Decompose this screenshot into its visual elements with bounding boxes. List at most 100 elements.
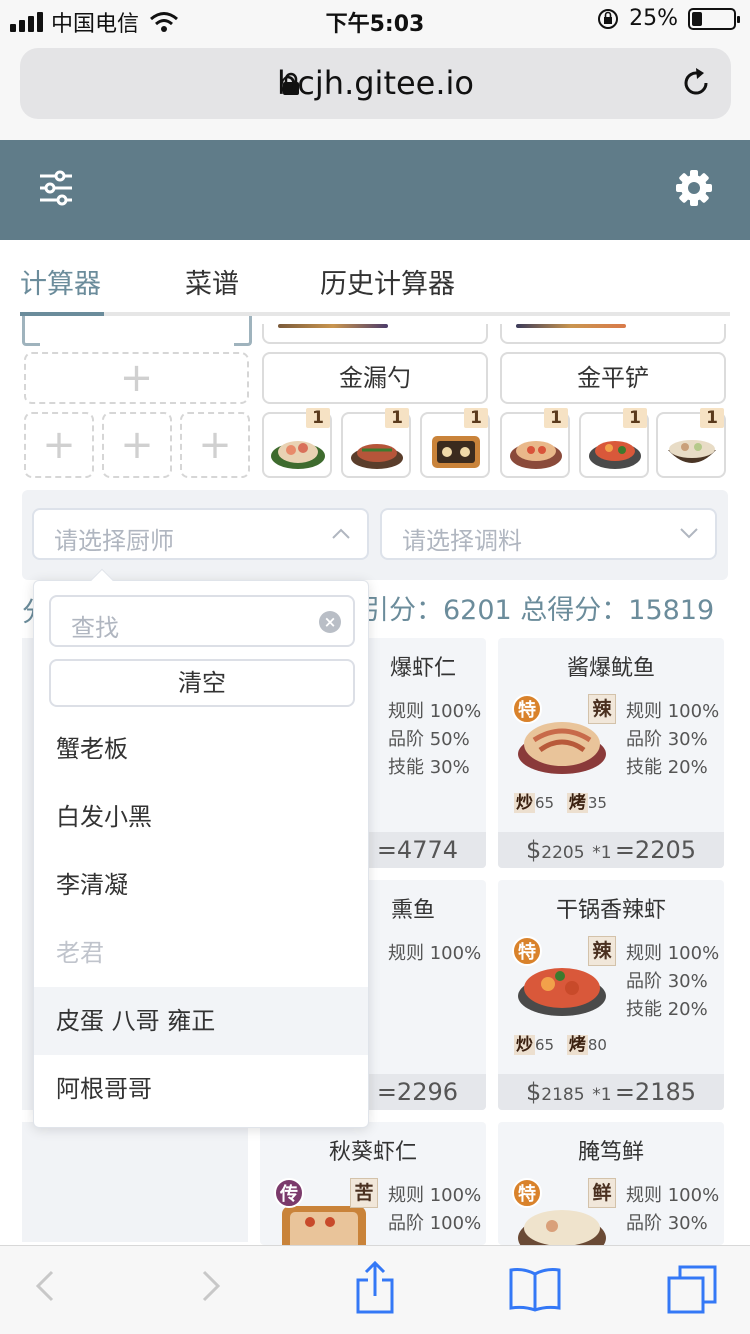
recipe-rules: 规则 100% [388,940,481,968]
seasoning-select-placeholder: 请选择调料 [402,527,522,555]
forward-icon[interactable] [196,1264,226,1308]
price-multiplier: *1 [592,843,612,863]
recipe-card[interactable]: 酱爆鱿鱼 特 辣 规则 100% 品阶 30% 技能 20% 炒 65 烤 35 $… [498,638,724,868]
dropdown-option[interactable]: 白发小黑 [34,783,368,851]
plus-icon: + [198,422,232,468]
add-equip-slot[interactable]: + [24,412,94,478]
recipe-flavor-tag: 辣 [588,694,616,724]
utensil-slot-left[interactable]: 金漏勺 [262,352,488,404]
rule-line: 品阶 50% [388,729,470,750]
price-value: 2185 [541,1085,585,1105]
material-count: 1 [464,408,488,428]
recipe-rarity-badge: 特 [512,1178,542,1208]
address-bar[interactable]: bcjh.gitee.io [20,48,731,119]
price-value: 2205 [541,843,585,863]
url-text: bcjh.gitee.io [276,64,474,102]
recipe-card[interactable]: 干锅香辣虾 特 辣 规则 100% 品阶 30% 技能 20% 炒 65 烤 80 … [498,880,724,1110]
material-item[interactable]: 1 [579,408,649,478]
rule-line: 技能 20% [626,999,708,1020]
skill-name: 烤 [566,1035,588,1055]
rule-line: 技能 20% [626,757,708,778]
rule-line: 规则 100% [388,943,482,964]
recipe-flavor-tag: 鲜 [588,1178,616,1208]
rule-line: 品阶 30% [626,1213,708,1234]
battery-level [692,11,702,26]
tab-bar: 计算器 菜谱 历史计算器 [20,240,730,316]
seasoning-select[interactable]: 请选择调料 [380,508,717,560]
chef-card-column [22,1122,248,1242]
recipe-total: =2205 [614,836,696,864]
dropdown-option[interactable]: 皮蛋 八哥 雍正 [34,987,368,1055]
chef-dropdown: 查找 × 清空 蟹老板 白发小黑 李清凝 老君 皮蛋 八哥 雍正 阿根哥哥 [33,568,369,1128]
browser-toolbar [0,1245,750,1334]
dropdown-option[interactable]: 李清凝 [34,851,368,919]
material-count: 1 [385,408,409,428]
recipe-rarity-badge: 传 [274,1178,304,1208]
material-item[interactable]: 1 [262,408,332,478]
rule-line: 品阶 100% [388,1213,482,1234]
material-item[interactable]: 1 [656,408,726,478]
recipe-price: $2185 *1 [526,1078,612,1106]
dish-icon [589,441,641,469]
skill-name: 烤 [566,793,588,813]
add-equip-slot[interactable]: + [180,412,250,478]
dish-icon [351,444,403,469]
dropdown-search-input[interactable]: 查找 × [49,595,355,647]
total-score: 引分：6201 总得分：15819 [362,595,715,626]
plus-icon: + [120,422,154,468]
recipe-total: =2296 [376,1078,458,1106]
rule-line: 规则 100% [626,1185,720,1206]
add-equip-slot[interactable]: + [102,412,172,478]
battery-icon [688,7,740,30]
back-icon[interactable] [30,1264,60,1308]
recipe-total: =4774 [376,836,458,864]
recipe-title: 干锅香辣虾 [555,898,666,923]
orientation-lock-icon [598,8,619,29]
dropdown-option[interactable]: 阿根哥哥 [34,1055,368,1123]
material-item[interactable]: 1 [500,408,570,478]
recipe-skills: 炒 65 烤 80 [514,1030,607,1055]
tabs-icon[interactable] [666,1264,718,1314]
search-placeholder: 查找 [71,614,119,642]
material-count: 1 [544,408,568,428]
recipe-card[interactable]: 秋葵虾仁 传 苦 规则 100% 品阶 100% [260,1122,486,1245]
clear-search-icon[interactable]: × [319,611,341,633]
tab-calculator[interactable]: 计算器 [20,262,101,301]
clear-button[interactable]: 清空 [49,659,355,707]
dish-icon [432,436,480,468]
reload-icon[interactable] [679,66,713,100]
bookmarks-icon[interactable] [508,1266,562,1312]
recipe-title: 酱爆鱿鱼 [566,656,655,681]
recipe-rules: 规则 100% 品阶 100% [388,1182,481,1238]
rule-line: 规则 100% [626,701,720,722]
rule-line: 技能 30% [388,757,470,778]
filter-sliders-icon[interactable] [38,170,74,206]
recipe-title: 秋葵虾仁 [328,1140,417,1165]
tab-history-calculator[interactable]: 历史计算器 [320,262,455,301]
recipe-title: 腌笃鲜 [577,1140,644,1165]
material-item[interactable]: 1 [420,408,490,478]
dropdown-option-disabled: 老君 [56,939,104,967]
skill-value: 35 [587,794,607,812]
chef-select[interactable]: 请选择厨师 [32,508,369,560]
browser-chrome: bcjh.gitee.io [0,40,750,140]
recipe-rules: 规则 100% 品阶 30% 技能 20% [626,940,719,1024]
chef-seasoning-panel: 请选择厨师 请选择调料 [22,490,728,580]
chevron-down-icon [680,528,698,539]
utensil-slot-right[interactable]: 金平铲 [500,352,726,404]
recipe-rarity-badge: 特 [512,936,542,966]
dropdown-option[interactable]: 蟹老板 [34,715,368,783]
gear-icon[interactable] [674,168,714,208]
recipe-card[interactable]: 腌笃鲜 特 鲜 规则 100% 品阶 30% [498,1122,724,1245]
add-chef-slot[interactable]: + [24,352,249,404]
app-header [0,140,750,240]
recipe-price: $2205 *1 [526,836,612,864]
dish-icon [271,441,325,469]
material-item[interactable]: 1 [341,408,411,478]
plus-icon: + [119,355,154,401]
skill-value: 80 [587,1036,607,1054]
rule-line: 品阶 30% [626,729,708,750]
tab-recipes[interactable]: 菜谱 [185,262,239,301]
recipe-footer: $2185 *1 =2185 [498,1074,724,1110]
share-icon[interactable] [354,1260,396,1316]
